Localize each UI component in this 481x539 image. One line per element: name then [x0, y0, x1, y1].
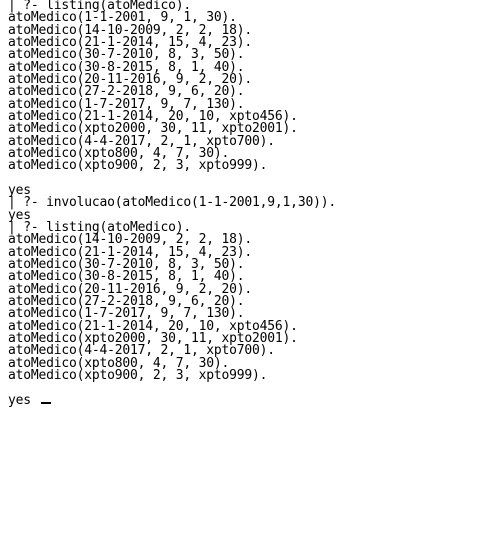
terminal-line: atoMedico(xpto900, 2, 3, xpto999).	[8, 367, 268, 383]
terminal-window[interactable]: | ?- listing(atoMedico). atoMedico(1-1-2…	[0, 0, 481, 539]
text-cursor	[40, 401, 51, 404]
terminal-line: | ?- involucao(atoMedico(1-1-2001,9,1,30…	[8, 195, 336, 211]
terminal-line: atoMedico(xpto900, 2, 3, xpto999).	[8, 158, 268, 174]
terminal-line: yes	[8, 392, 31, 408]
prompt-line[interactable]: yes	[8, 392, 481, 408]
